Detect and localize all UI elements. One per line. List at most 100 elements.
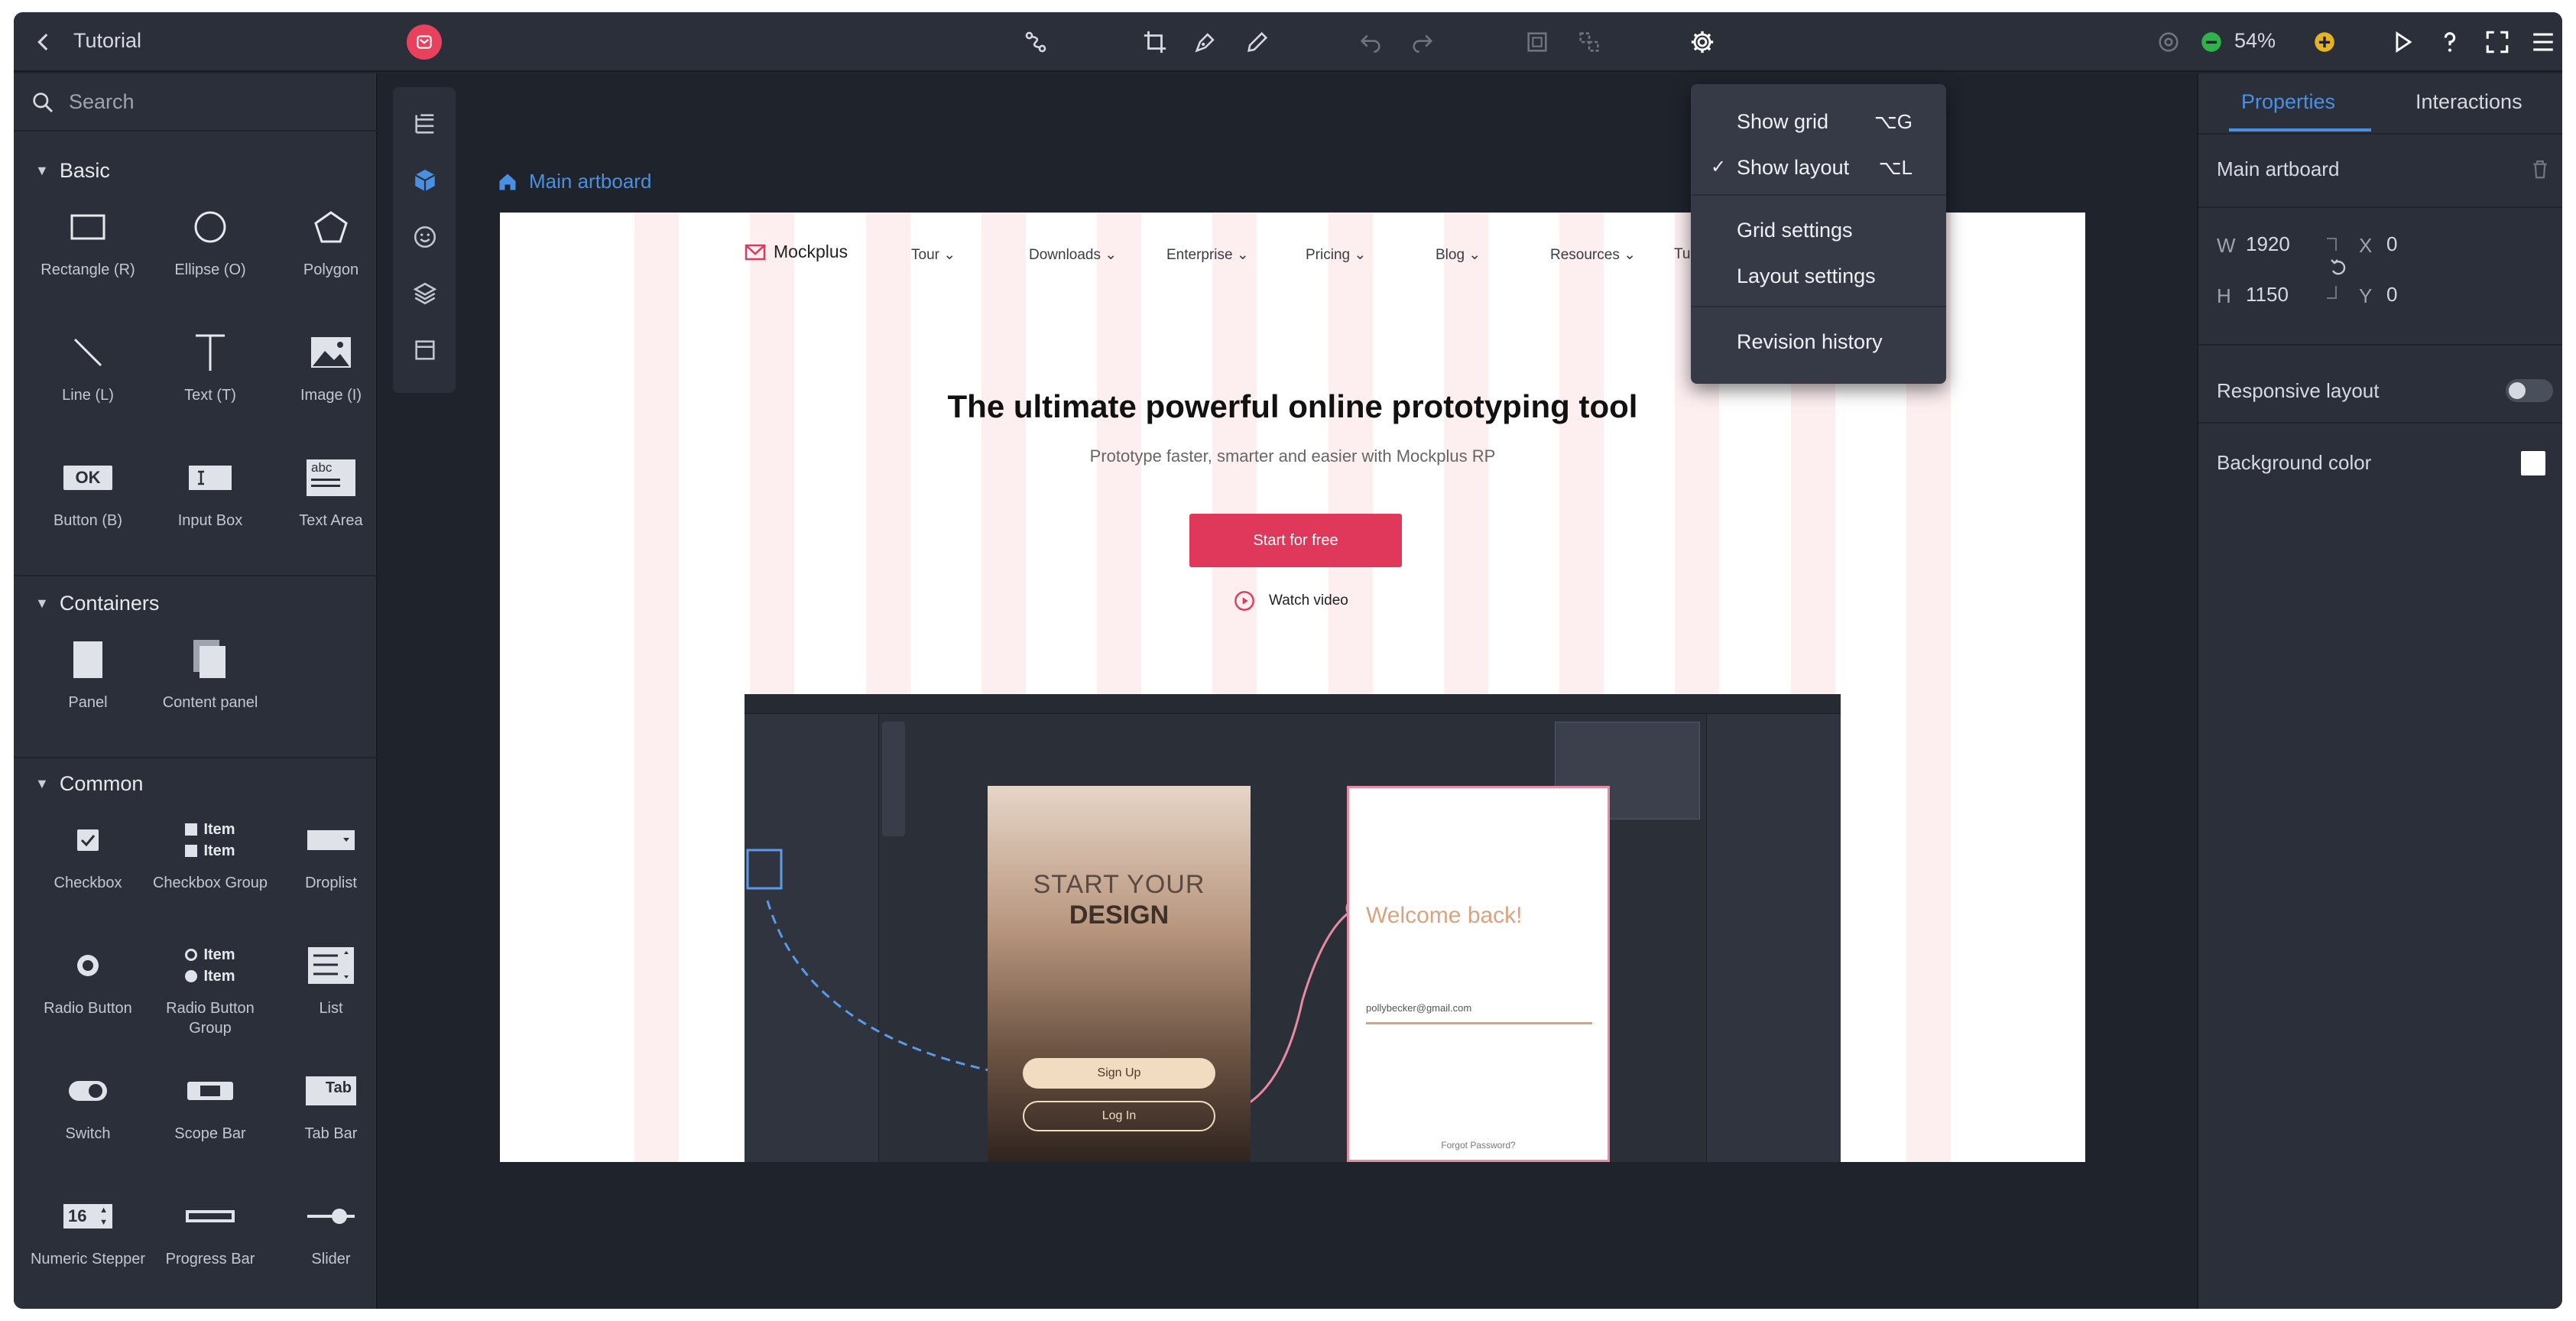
site-nav-blog[interactable]: Blog ⌄ — [1436, 246, 1481, 264]
section-common-header[interactable]: ▼ Common — [35, 772, 143, 796]
component-ellipse[interactable]: Ellipse (O) — [150, 200, 271, 280]
site-nav-resources[interactable]: Resources ⌄ — [1550, 246, 1636, 264]
component-panel-item[interactable]: Panel — [28, 633, 148, 712]
trash-icon[interactable] — [2529, 157, 2552, 180]
menu-show-grid[interactable]: Show grid ⌥G — [1691, 99, 1946, 142]
pencil-tool-icon[interactable] — [1243, 28, 1272, 57]
layers-icon[interactable] — [410, 278, 440, 309]
component-progress-bar[interactable]: Progress Bar — [150, 1190, 271, 1269]
list-icon — [308, 947, 354, 984]
component-content-panel[interactable]: Content panel — [150, 633, 271, 712]
component-image[interactable]: Image (I) — [271, 326, 391, 405]
start-for-free-button[interactable]: Start for free — [1189, 514, 1402, 567]
masters-icon[interactable] — [410, 335, 440, 365]
component-tab-bar[interactable]: Tab Tab Bar — [271, 1064, 391, 1144]
zoom-in-icon[interactable] — [2310, 28, 2339, 57]
play-icon[interactable] — [2388, 28, 2417, 57]
site-nav-enterprise[interactable]: Enterprise ⌄ — [1166, 246, 1249, 264]
component-radio-button[interactable]: Radio Button — [28, 939, 148, 1018]
app-window: Tutorial 54% Search ▼ Basic Rectangle (R… — [14, 12, 2562, 1309]
undo-icon[interactable] — [1356, 28, 1385, 57]
responsive-layout-toggle[interactable] — [2506, 379, 2553, 402]
component-checkbox[interactable]: Checkbox — [28, 813, 148, 893]
help-icon[interactable] — [2435, 28, 2464, 57]
watch-video-link[interactable]: Watch video — [1234, 590, 1348, 612]
hero-title: The ultimate powerful online prototyping… — [947, 388, 1638, 424]
text-icon — [196, 334, 225, 371]
section-containers-header[interactable]: ▼ Containers — [35, 592, 159, 615]
active-tab-indicator — [2229, 128, 2371, 131]
chevron-down-icon: ▼ — [35, 163, 49, 178]
height-input[interactable]: 1150 — [2246, 283, 2289, 307]
component-numeric-stepper[interactable]: 16 ▲ ▼ Numeric Stepper — [28, 1190, 148, 1269]
component-scope-bar[interactable]: Scope Bar — [150, 1064, 271, 1144]
component-list[interactable]: List — [271, 939, 391, 1018]
section-basic-header[interactable]: ▼ Basic — [35, 159, 110, 183]
menu-hamburger-icon[interactable] — [2529, 28, 2558, 57]
search-input[interactable]: Search — [69, 90, 135, 114]
background-color-swatch[interactable] — [2521, 451, 2545, 475]
component-text[interactable]: Text (T) — [150, 326, 271, 405]
home-icon — [499, 174, 516, 190]
droplist-icon — [307, 830, 355, 850]
link-tool-icon[interactable] — [1021, 28, 1050, 57]
lock-ratio-icon[interactable] — [2324, 234, 2354, 303]
tab-bar-icon: Tab — [306, 1076, 356, 1105]
component-button[interactable]: OK Button (B) — [28, 451, 148, 531]
component-rectangle[interactable]: Rectangle (R) — [28, 200, 148, 280]
selected-element-name: Main artboard — [2217, 157, 2340, 180]
menu-layout-settings[interactable]: Layout settings — [1691, 254, 1946, 297]
canvas-tool-rail — [393, 87, 456, 393]
crop-tool-icon[interactable] — [1140, 28, 1170, 57]
phone-screen-start: START YOUR DESIGN Sign Up Log In — [988, 786, 1251, 1162]
site-nav-tour[interactable]: Tour ⌄ — [911, 246, 955, 264]
component-radio-button-group[interactable]: Item Item Radio Button Group — [150, 939, 271, 1038]
settings-gear-icon[interactable] — [1688, 28, 1717, 57]
component-checkbox-group[interactable]: Item Item Checkbox Group — [150, 813, 271, 893]
radio-group-icon: Item Item — [185, 944, 235, 987]
site-nav-pricing[interactable]: Pricing ⌄ — [1306, 246, 1366, 264]
zoom-out-icon[interactable] — [2197, 28, 2226, 57]
width-input[interactable]: 1920 — [2246, 232, 2290, 256]
tab-properties[interactable]: Properties — [2241, 90, 2335, 114]
components-cube-icon[interactable] — [410, 165, 440, 196]
icons-smiley-icon[interactable] — [410, 222, 440, 252]
pen-tool-icon[interactable] — [1191, 28, 1220, 57]
x-input[interactable]: 0 — [2386, 232, 2397, 256]
site-brand[interactable]: Mockplus — [745, 242, 848, 262]
component-droplist[interactable]: Droplist — [271, 813, 391, 893]
zoom-level[interactable]: 54% — [2234, 29, 2276, 53]
component-search[interactable]: Search — [14, 73, 378, 131]
menu-grid-settings[interactable]: Grid settings — [1691, 208, 1946, 251]
y-input[interactable]: 0 — [2386, 283, 2397, 307]
chevron-down-icon: ▼ — [35, 776, 49, 791]
component-text-area[interactable]: abc Text Area — [271, 451, 391, 531]
pages-tree-icon[interactable] — [410, 109, 440, 139]
menu-show-layout[interactable]: ✓ Show layout ⌥L — [1691, 145, 1946, 188]
checkmark-icon: ✓ — [1711, 157, 1727, 177]
properties-panel: Properties Interactions Main artboard W … — [2197, 73, 2562, 1309]
artboard-label[interactable]: Main artboard — [497, 170, 651, 193]
phone-screen-login: Welcome back! pollybecker@gmail.com Forg… — [1347, 786, 1610, 1162]
component-switch[interactable]: Switch — [28, 1064, 148, 1144]
group-icon[interactable] — [1523, 28, 1552, 57]
tab-interactions[interactable]: Interactions — [2415, 90, 2522, 114]
slider-icon — [307, 1209, 355, 1224]
site-nav-downloads[interactable]: Downloads ⌄ — [1029, 246, 1117, 264]
component-polygon[interactable]: Polygon — [271, 200, 391, 280]
site-nav-tu[interactable]: Tu — [1674, 246, 1690, 263]
preview-target-icon[interactable] — [2154, 28, 2183, 57]
app-logo-icon — [407, 24, 442, 60]
back-chevron-icon[interactable] — [29, 28, 58, 57]
radio-button-icon — [77, 955, 99, 976]
redo-icon[interactable] — [1408, 28, 1437, 57]
component-line[interactable]: Line (L) — [28, 326, 148, 405]
ungroup-icon[interactable] — [1575, 28, 1604, 57]
fullscreen-icon[interactable] — [2483, 28, 2512, 57]
component-input-box[interactable]: Input Box — [150, 451, 271, 531]
settings-dropdown-menu: Show grid ⌥G ✓ Show layout ⌥L Grid setti… — [1691, 84, 1946, 384]
component-slider[interactable]: Slider — [271, 1190, 391, 1269]
menu-revision-history[interactable]: Revision history — [1691, 320, 1946, 362]
text-area-icon: abc — [307, 459, 355, 496]
content-panel-icon — [193, 640, 225, 678]
